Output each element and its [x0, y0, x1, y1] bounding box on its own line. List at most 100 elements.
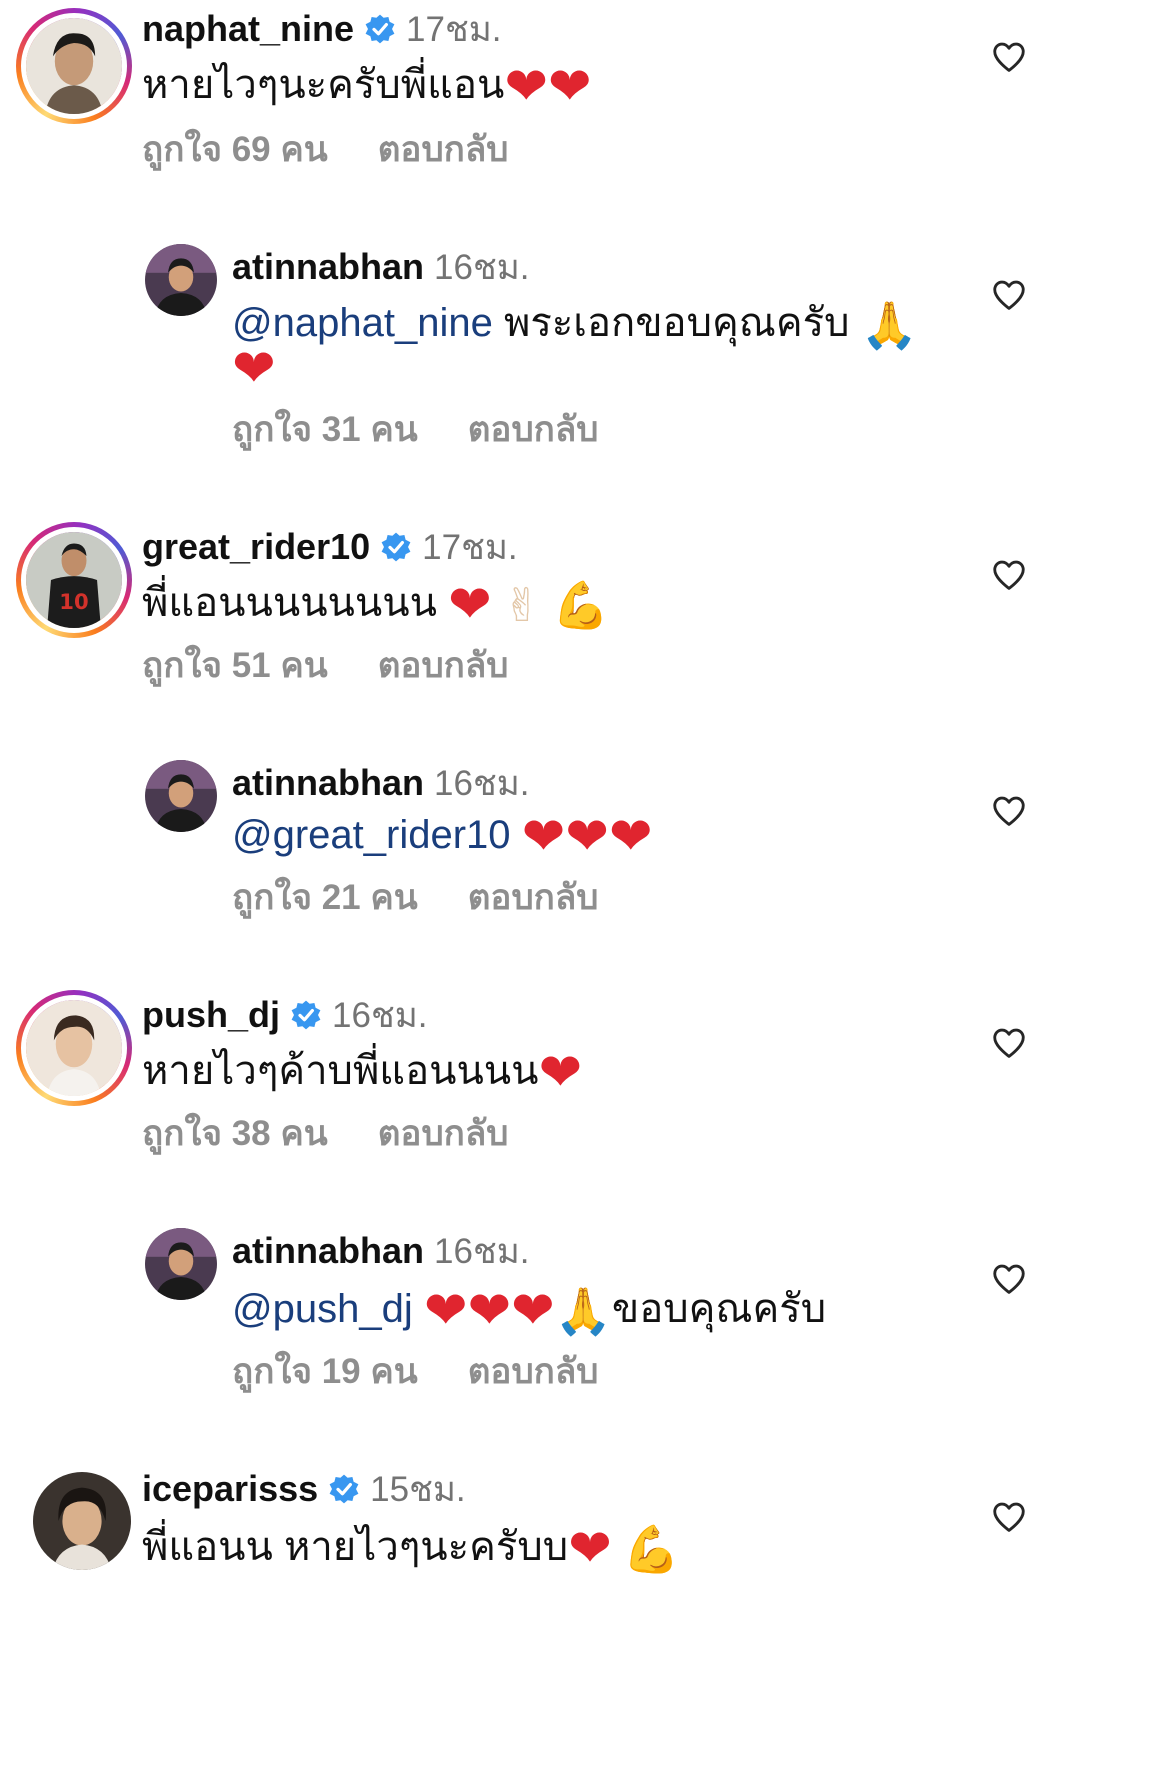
- comment-text-line2: ❤: [232, 339, 276, 400]
- verified-badge-icon: [380, 531, 412, 563]
- like-button[interactable]: [990, 556, 1028, 594]
- comment-time: 16ชม.: [434, 247, 530, 287]
- like-button[interactable]: [990, 38, 1028, 76]
- comment-text: @push_dj ❤❤❤🙏ขอบคุณครับ: [232, 1281, 827, 1342]
- comment-time: 16ชม.: [434, 763, 530, 803]
- heart-emoji-icon: ❤: [547, 57, 592, 118]
- heart-outline-icon: [993, 42, 1025, 72]
- svg-text:10: 10: [59, 589, 88, 614]
- comment-body: พี่แอนน หายไวๆนะครับบ: [142, 1525, 569, 1569]
- comment-text: @naphat_nine พระเอกขอบคุณครับ 🙏: [232, 298, 918, 350]
- comment-time: 16ชม.: [434, 1231, 530, 1271]
- heart-outline-icon: [993, 796, 1025, 826]
- reply-atinnabhan-2: atinnabhan 16ชม. @great_rider10 ❤❤❤ ถูกใ…: [0, 746, 1156, 966]
- avatar-image: [145, 760, 217, 832]
- avatar-atinnabhan[interactable]: [145, 760, 217, 832]
- flexed-biceps-emoji-icon: 💪: [622, 1522, 681, 1577]
- heart-outline-icon: [993, 1264, 1025, 1294]
- heart-emoji-icon: ❤: [511, 1281, 555, 1342]
- avatar-image: [145, 244, 217, 316]
- likes-count[interactable]: ถูกใจ 21 คน: [232, 870, 418, 925]
- comment-time: 16ชม.: [332, 995, 428, 1035]
- likes-count[interactable]: ถูกใจ 19 คน: [232, 1344, 418, 1399]
- avatar-push-dj[interactable]: [16, 990, 132, 1106]
- like-button[interactable]: [990, 1024, 1028, 1062]
- heart-emoji-icon: ❤: [423, 1281, 468, 1342]
- username[interactable]: atinnabhan: [232, 762, 424, 804]
- heart-outline-icon: [993, 280, 1025, 310]
- comment-body: ขอบคุณครับ: [611, 1287, 827, 1331]
- avatar-image: [145, 1228, 217, 1300]
- avatar-iceparisss[interactable]: [33, 1472, 131, 1570]
- comment-text: หายไวๆนะครับพี่แอน❤❤: [142, 57, 592, 118]
- avatar-naphat-nine[interactable]: [16, 8, 132, 124]
- reply-atinnabhan-3: atinnabhan 16ชม. @push_dj ❤❤❤🙏ขอบคุณครับ…: [0, 1214, 1156, 1444]
- heart-outline-icon: [993, 560, 1025, 590]
- verified-badge-icon: [364, 13, 396, 45]
- heart-emoji-icon: ❤: [504, 57, 548, 118]
- username[interactable]: atinnabhan: [232, 246, 424, 288]
- mention-link[interactable]: @naphat_nine: [232, 301, 493, 345]
- comment-body: หายไวๆนะครับพี่แอน: [142, 63, 505, 107]
- username[interactable]: naphat_nine: [142, 8, 354, 50]
- folded-hands-emoji-icon: 🙏: [554, 1284, 612, 1339]
- comment-text: พี่แอนนนนนนนน ❤ ✌ 💪: [142, 575, 610, 636]
- reply-button[interactable]: ตอบกลับ: [468, 1344, 599, 1399]
- reply-button[interactable]: ตอบกลับ: [378, 1106, 509, 1161]
- heart-emoji-icon: ❤: [232, 339, 276, 400]
- comment-body: หายไวๆค้าบพี่แอนนนน: [142, 1049, 539, 1093]
- username[interactable]: push_dj: [142, 994, 280, 1036]
- likes-count[interactable]: ถูกใจ 51 คน: [142, 638, 328, 693]
- victory-hand-emoji-icon: ✌: [502, 578, 542, 633]
- mention-link[interactable]: @push_dj: [232, 1287, 413, 1331]
- verified-badge-icon: [328, 1473, 360, 1505]
- comment-push-dj: push_dj 16ชม. หายไวๆค้าบพี่แอนนนน❤ ถูกใจ…: [0, 978, 1156, 1208]
- username[interactable]: atinnabhan: [232, 1230, 424, 1272]
- username[interactable]: great_rider10: [142, 526, 370, 568]
- avatar-image: [26, 18, 122, 114]
- avatar-image: [33, 1472, 131, 1570]
- avatar-image: [26, 1000, 122, 1096]
- comment-text: หายไวๆค้าบพี่แอนนนน❤: [142, 1043, 583, 1104]
- reply-button[interactable]: ตอบกลับ: [468, 402, 599, 457]
- comment-time: 17ชม.: [422, 527, 518, 567]
- reply-button[interactable]: ตอบกลับ: [378, 638, 509, 693]
- heart-emoji-icon: ❤: [521, 807, 566, 868]
- comment-body: พระเอกขอบคุณครับ: [503, 301, 850, 345]
- heart-outline-icon: [993, 1028, 1025, 1058]
- reply-button[interactable]: ตอบกลับ: [468, 870, 599, 925]
- like-button[interactable]: [990, 1498, 1028, 1536]
- verified-badge-icon: [290, 999, 322, 1031]
- comments-thread: naphat_nine 17ชม. หายไวๆนะครับพี่แอน❤❤ ถ…: [0, 0, 1156, 1766]
- flexed-biceps-emoji-icon: 💪: [552, 578, 610, 633]
- comment-text: @great_rider10 ❤❤❤: [232, 807, 653, 868]
- comment-great-rider10: 10 great_rider10 17ชม. พี่แอนนนนนนนน ❤ ✌…: [0, 510, 1156, 740]
- comment-naphat-nine: naphat_nine 17ชม. หายไวๆนะครับพี่แอน❤❤ ถ…: [0, 0, 1156, 230]
- comment-iceparisss: iceparisss 15ชม. พี่แอนน หายไวๆนะครับบ❤ …: [0, 1450, 1156, 1766]
- heart-emoji-icon: ❤: [467, 1281, 512, 1342]
- heart-emoji-icon: ❤: [568, 1519, 612, 1580]
- likes-count[interactable]: ถูกใจ 31 คน: [232, 402, 418, 457]
- reply-button[interactable]: ตอบกลับ: [378, 122, 509, 177]
- like-button[interactable]: [990, 1260, 1028, 1298]
- heart-emoji-icon: ❤: [565, 807, 609, 868]
- avatar-image: 10: [26, 532, 122, 628]
- mention-link[interactable]: @great_rider10: [232, 813, 511, 857]
- avatar-atinnabhan[interactable]: [145, 1228, 217, 1300]
- heart-emoji-icon: ❤: [538, 1043, 583, 1104]
- like-button[interactable]: [990, 792, 1028, 830]
- heart-emoji-icon: ❤: [448, 575, 492, 636]
- comment-body: พี่แอนนนนนนนน: [142, 581, 437, 625]
- like-button[interactable]: [990, 276, 1028, 314]
- avatar-great-rider10[interactable]: 10: [16, 522, 132, 638]
- username[interactable]: iceparisss: [142, 1468, 318, 1510]
- heart-outline-icon: [993, 1502, 1025, 1532]
- comment-time: 15ชม.: [370, 1469, 466, 1509]
- likes-count[interactable]: ถูกใจ 69 คน: [142, 122, 328, 177]
- likes-count[interactable]: ถูกใจ 38 คน: [142, 1106, 328, 1161]
- reply-atinnabhan-1: atinnabhan 16ชม. @naphat_nine พระเอกขอบค…: [0, 230, 1156, 500]
- avatar-atinnabhan[interactable]: [145, 244, 217, 316]
- heart-emoji-icon: ❤: [608, 807, 653, 868]
- comment-text: พี่แอนน หายไวๆนะครับบ❤ 💪: [142, 1519, 681, 1580]
- folded-hands-emoji-icon: 🙏: [860, 298, 918, 353]
